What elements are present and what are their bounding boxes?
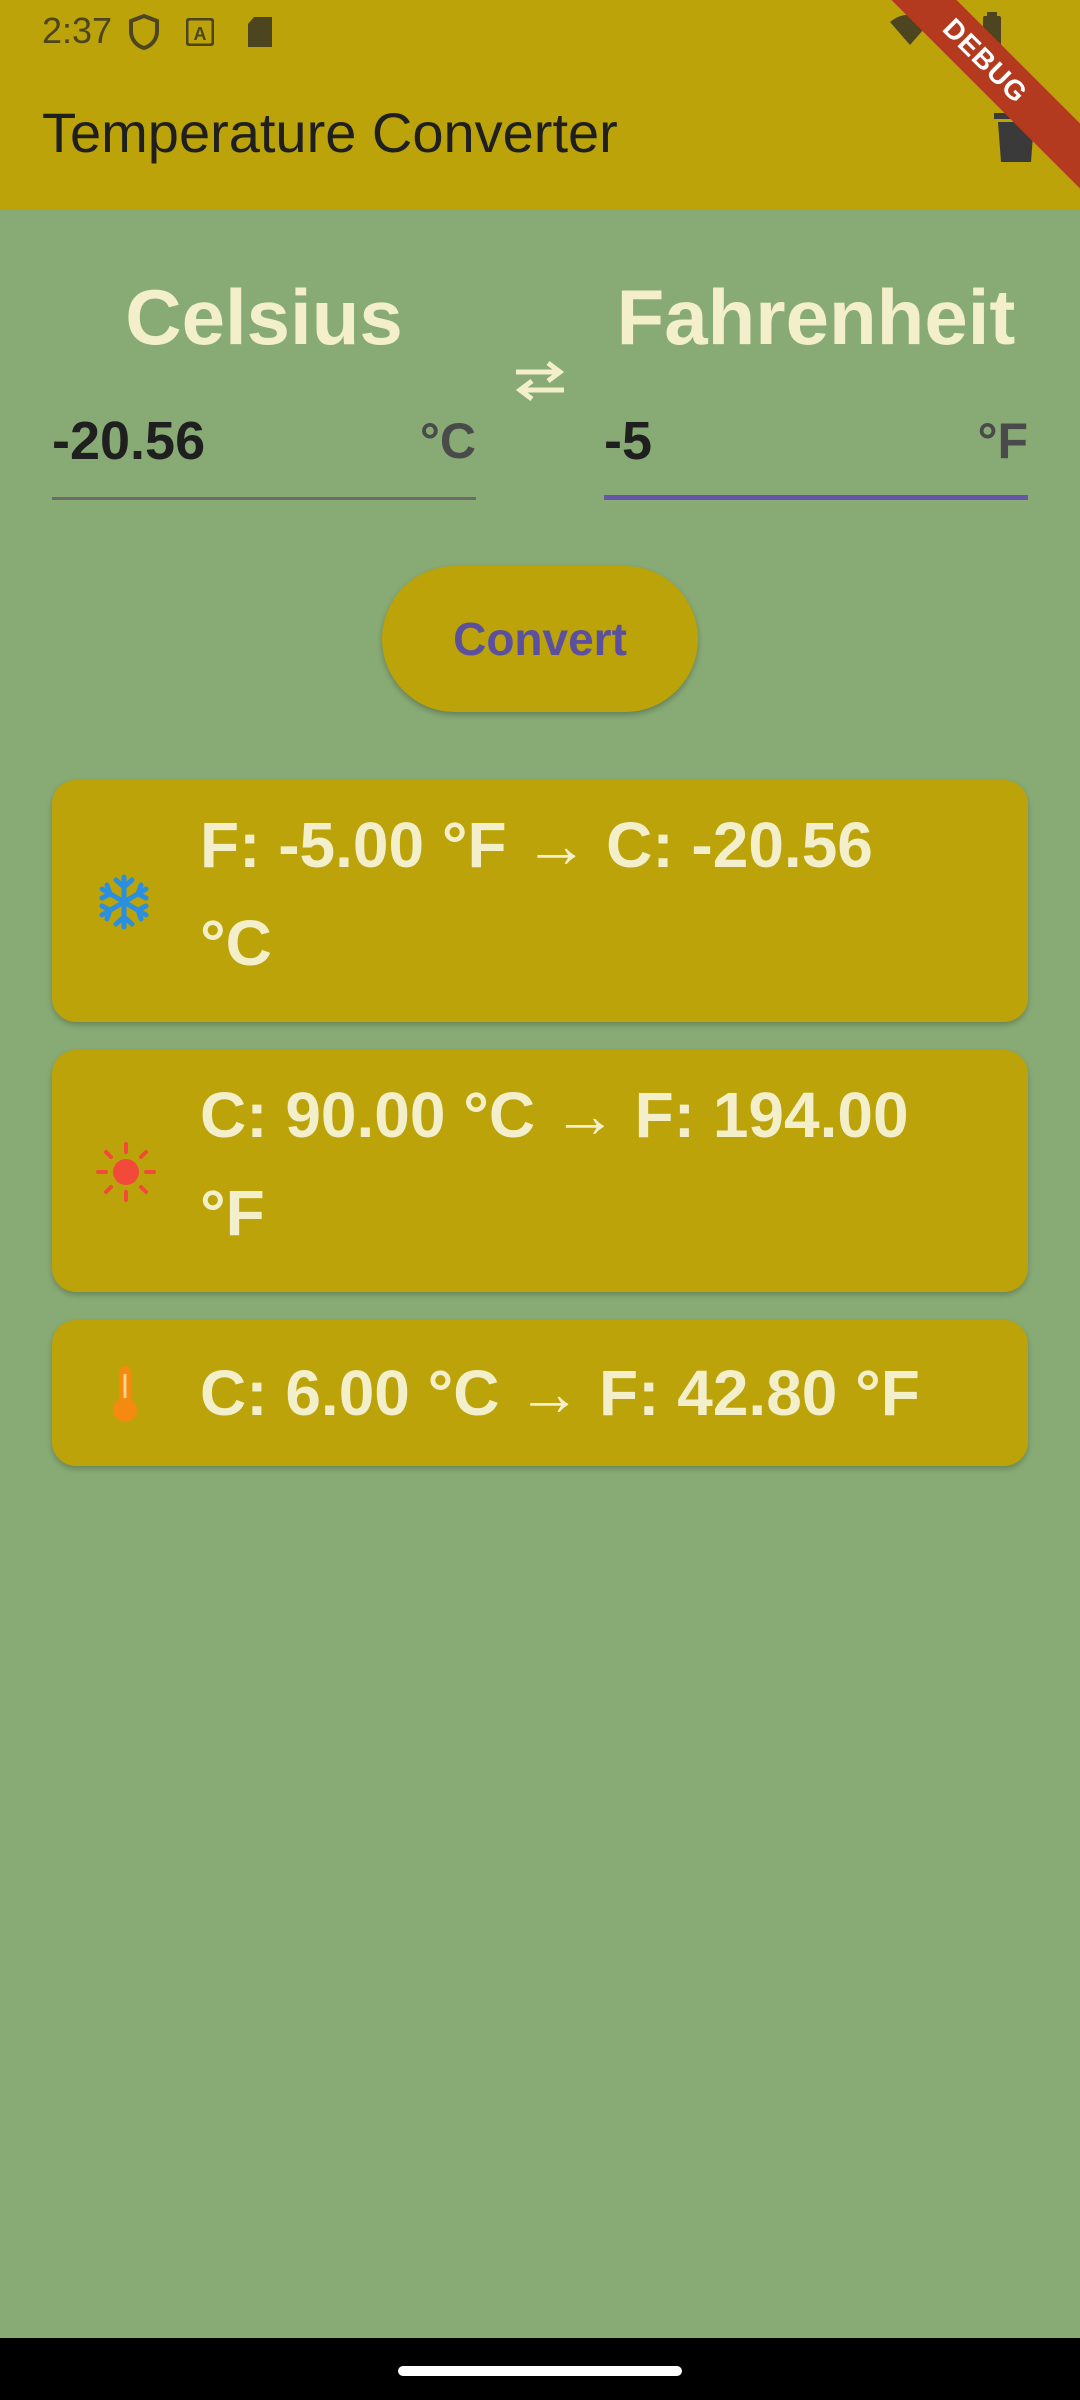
- convert-button[interactable]: Convert: [382, 566, 698, 712]
- celsius-input[interactable]: -20.56 °C: [52, 400, 476, 500]
- sd-card-icon: [246, 16, 274, 53]
- history-text: C: 6.00 °C → F: 42.80 °F: [200, 1344, 988, 1442]
- history-line-1: C: 90.00 °C → F: 194.00: [200, 1079, 909, 1151]
- history-line-2: °C: [200, 907, 272, 979]
- celsius-underline: [52, 497, 476, 500]
- celsius-unit: °C: [419, 413, 476, 469]
- history-text: F: -5.00 °F → C: -20.56 °C: [200, 796, 988, 992]
- thermometer-icon: [110, 1364, 140, 1429]
- fahrenheit-unit: °F: [977, 413, 1028, 469]
- status-time: 2:37: [42, 10, 113, 51]
- history-line-2: °F: [200, 1177, 265, 1249]
- shield-icon: [128, 13, 160, 55]
- history-line-1: F: -5.00 °F → C: -20.56: [200, 809, 873, 881]
- sun-icon: [96, 1142, 156, 1207]
- history-card[interactable]: C: 90.00 °C → F: 194.00 °F: [52, 1050, 1028, 1292]
- history-card[interactable]: C: 6.00 °C → F: 42.80 °F: [52, 1320, 1028, 1466]
- fahrenheit-heading: Fahrenheit: [616, 273, 1016, 361]
- celsius-heading: Celsius: [125, 273, 403, 361]
- svg-text:A: A: [194, 24, 207, 44]
- fahrenheit-input[interactable]: -5 °F: [604, 400, 1028, 500]
- history-text: C: 90.00 °C → F: 194.00 °F: [200, 1066, 988, 1262]
- swap-arrows-icon[interactable]: [512, 358, 568, 409]
- app-bar: 2:37 A Temperature Converter DEBUG: [0, 0, 1080, 210]
- snowflake-icon: [96, 874, 152, 935]
- history-card[interactable]: F: -5.00 °F → C: -20.56 °C: [52, 780, 1028, 1022]
- fahrenheit-value[interactable]: -5: [604, 410, 652, 472]
- history-line-1: C: 6.00 °C → F: 42.80 °F: [200, 1357, 920, 1429]
- font-icon: A: [185, 17, 215, 51]
- page-title: Temperature Converter: [42, 101, 618, 164]
- home-indicator[interactable]: [398, 2366, 682, 2376]
- fahrenheit-underline: [604, 495, 1028, 500]
- celsius-value[interactable]: -20.56: [52, 410, 205, 472]
